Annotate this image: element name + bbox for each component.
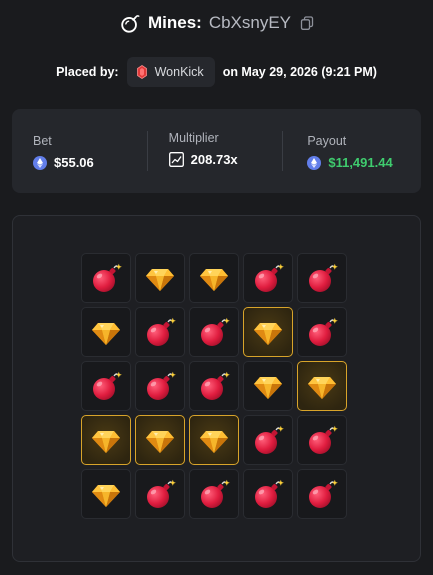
chart-icon (168, 152, 184, 167)
payout-value-row: $11,491.44 (307, 155, 421, 170)
gem-icon (92, 431, 120, 453)
payout-value: $11,491.44 (328, 155, 393, 170)
bomb-icon (255, 479, 284, 508)
payout-stat: Payout $11,491.44 (282, 109, 421, 193)
bomb-icon (201, 371, 230, 400)
gem-icon (92, 323, 120, 345)
bet-stat: Bet $55.06 (12, 109, 147, 193)
tile-gem[interactable] (135, 253, 185, 303)
tile-bomb[interactable] (135, 361, 185, 411)
eth-icon (33, 155, 47, 170)
eth-icon (307, 155, 322, 170)
bomb-icon (147, 317, 176, 346)
tile-gem[interactable] (189, 253, 239, 303)
bet-value: $55.06 (54, 155, 94, 170)
tile-bomb[interactable] (243, 253, 293, 303)
tile-bomb[interactable] (189, 361, 239, 411)
tile-gem-picked[interactable] (81, 415, 131, 465)
bomb-icon (147, 479, 176, 508)
tile-bomb[interactable] (189, 469, 239, 519)
tile-gem-picked[interactable] (189, 415, 239, 465)
tile-bomb[interactable] (297, 469, 347, 519)
multiplier-label: Multiplier (168, 131, 219, 145)
game-header: Mines: CbXsnyEY (0, 8, 433, 38)
tile-bomb[interactable] (297, 253, 347, 303)
bet-label: Bet (33, 134, 52, 148)
mines-grid (81, 253, 347, 519)
tile-bomb[interactable] (243, 469, 293, 519)
placed-date: on May 29, 2026 (9:21 PM) (222, 65, 377, 79)
gem-icon (254, 377, 282, 399)
tile-gem-picked[interactable] (297, 361, 347, 411)
bomb-icon (201, 479, 230, 508)
gem-icon (146, 269, 174, 291)
tile-bomb[interactable] (243, 415, 293, 465)
gem-icon (92, 485, 120, 507)
multiplier-value-row: 208.73x (168, 152, 283, 167)
tile-gem[interactable] (243, 361, 293, 411)
bet-summary: Bet $55.06 Multiplier 208.73x Payout $11… (12, 109, 421, 193)
bomb-icon (309, 317, 338, 346)
red-gem-icon (136, 65, 147, 79)
bomb-icon (201, 317, 230, 346)
tile-bomb[interactable] (135, 307, 185, 357)
gem-icon (308, 377, 336, 399)
bomb-icon (93, 371, 122, 400)
tile-bomb[interactable] (81, 253, 131, 303)
tile-gem[interactable] (81, 469, 131, 519)
bomb-icon (255, 263, 284, 292)
bomb-icon (309, 263, 338, 292)
bet-value-row: $55.06 (33, 155, 147, 170)
page-title: Mines: (147, 13, 202, 32)
tile-bomb[interactable] (81, 361, 131, 411)
placed-by-label: Placed by: (56, 65, 119, 79)
bomb-icon (309, 479, 338, 508)
payout-label: Payout (307, 134, 347, 148)
placed-by-row: Placed by: WonKick on May 29, 2026 (9:21… (0, 56, 433, 88)
tile-bomb[interactable] (297, 307, 347, 357)
bomb-icon (147, 371, 176, 400)
gem-icon (200, 431, 228, 453)
user-chip[interactable]: WonKick (126, 57, 215, 87)
bomb-icon (309, 425, 338, 454)
tile-gem[interactable] (81, 307, 131, 357)
tile-gem-picked[interactable] (135, 415, 185, 465)
bomb-icon (93, 263, 122, 292)
bomb-icon (255, 425, 284, 454)
multiplier-stat: Multiplier 208.73x (146, 109, 283, 193)
tile-bomb[interactable] (135, 469, 185, 519)
gem-icon (146, 431, 174, 453)
username: WonKick (154, 65, 204, 79)
gem-icon (254, 323, 282, 345)
bomb-icon (121, 15, 140, 33)
tile-bomb[interactable] (189, 307, 239, 357)
tile-gem-picked[interactable] (243, 307, 293, 357)
tile-bomb[interactable] (297, 415, 347, 465)
multiplier-value: 208.73x (190, 152, 238, 167)
gem-icon (200, 269, 228, 291)
copy-icon[interactable] (300, 16, 314, 30)
game-id: CbXsnyEY (208, 13, 292, 32)
